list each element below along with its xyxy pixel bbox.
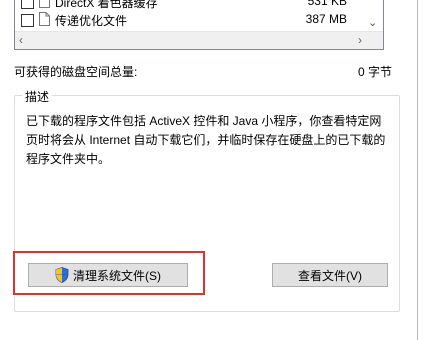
view-files-button[interactable]: 查看文件(V)	[272, 263, 388, 287]
chevron-down-icon[interactable]: ⌄	[368, 16, 377, 29]
view-files-label: 查看文件(V)	[298, 268, 362, 283]
list-item-size: 387 MB	[305, 12, 347, 26]
checkbox[interactable]	[21, 0, 34, 9]
description-text: 已下载的程序文件包括 ActiveX 控件和 Java 小程序，你查看特定网页时…	[26, 114, 386, 166]
disk-space-value: 0 字节	[357, 65, 392, 79]
highlight-box	[13, 251, 205, 295]
file-list[interactable]: DirectX 着色器缓存 531 KB 传递优化文件 387 MB ⌄ ‹ ›	[14, 0, 384, 50]
description-legend: 描述	[22, 88, 53, 105]
list-item-name: 传递优化文件	[55, 14, 128, 28]
file-icon	[39, 12, 50, 26]
list-item[interactable]: 传递优化文件 387 MB	[21, 11, 347, 29]
list-item-name: DirectX 着色器缓存	[55, 0, 158, 10]
file-icon	[39, 0, 50, 8]
chevron-right-icon[interactable]: ›	[358, 33, 362, 47]
list-item-size: 531 KB	[307, 0, 347, 8]
chevron-left-icon[interactable]: ‹	[19, 33, 23, 47]
checkbox[interactable]	[21, 14, 34, 27]
horizontal-scrollbar[interactable]: ‹ ›	[15, 31, 383, 49]
background-gap	[418, 0, 428, 340]
disk-space-label: 可获得的磁盘空间总量:	[14, 65, 138, 79]
list-item[interactable]: DirectX 着色器缓存 531 KB	[21, 0, 347, 11]
